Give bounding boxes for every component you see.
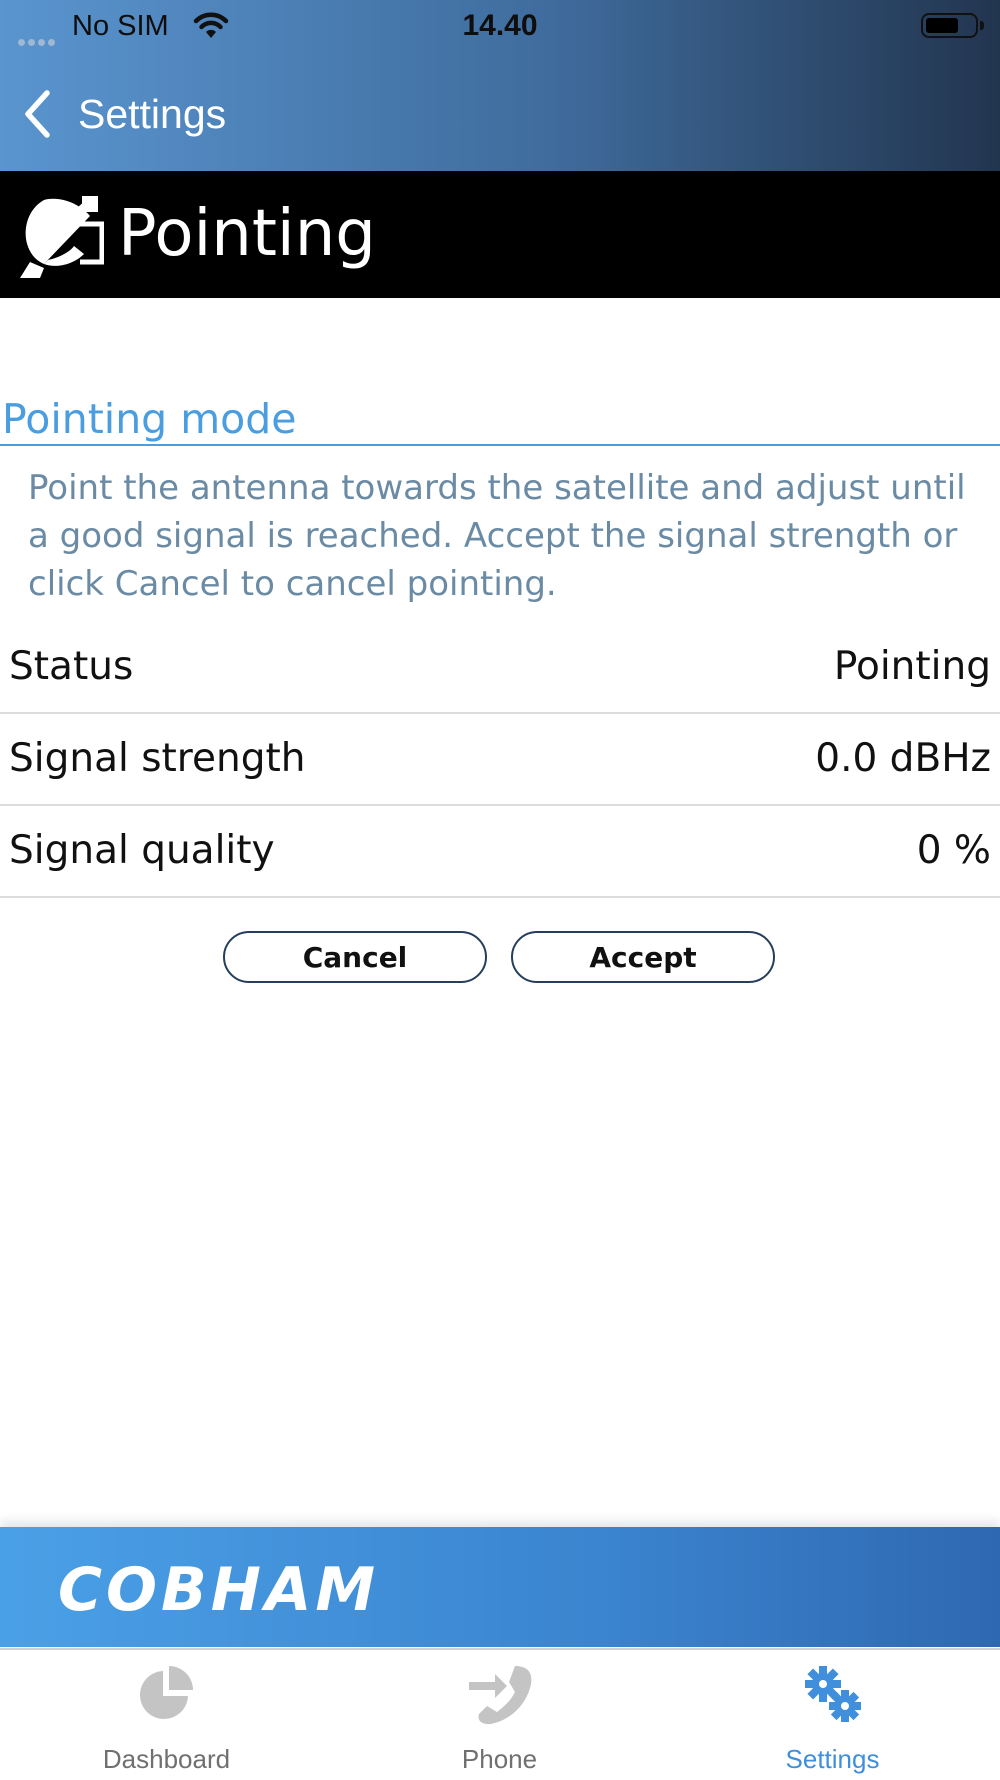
accept-button[interactable]: Accept: [511, 931, 775, 983]
cobham-logo: COBHAM: [58, 1555, 380, 1625]
section-title: Pointing mode: [2, 395, 297, 443]
back-button-label: Settings: [78, 90, 227, 137]
chevron-left-icon: [25, 90, 50, 138]
status-bar: No SIM 14.40: [0, 0, 1000, 56]
tab-settings[interactable]: Settings: [666, 1650, 999, 1778]
gears-icon: [804, 1666, 861, 1722]
signal-strength-value: 0.0 dBHz: [815, 736, 991, 781]
section-divider: [0, 444, 1000, 446]
cancel-button[interactable]: Cancel: [223, 931, 487, 983]
pie-chart-icon: [139, 1666, 193, 1719]
signal-quality-value: 0 %: [916, 828, 991, 873]
status-label: Status: [9, 644, 134, 689]
status-row: Status Pointing: [0, 622, 1000, 714]
signal-strength-row: Signal strength 0.0 dBHz: [0, 714, 1000, 806]
satellite-dish-icon: [20, 196, 104, 278]
signal-quality-row: Signal quality 0 %: [0, 806, 1000, 898]
tab-dashboard-label: Dashboard: [102, 1744, 231, 1774]
signal-strength-label: Signal strength: [9, 736, 306, 781]
page-title: Pointing: [118, 197, 376, 271]
tab-phone-label: Phone: [461, 1744, 538, 1774]
tab-phone[interactable]: Phone: [333, 1650, 666, 1778]
status-value: Pointing: [833, 644, 991, 689]
battery-icon: [921, 13, 978, 38]
clock: 14.40: [462, 9, 538, 42]
tab-dashboard[interactable]: Dashboard: [0, 1650, 333, 1778]
signal-quality-label: Signal quality: [9, 828, 275, 873]
section-description: Point the antenna towards the satellite …: [28, 468, 966, 604]
back-button[interactable]: Settings: [22, 84, 226, 144]
tab-settings-label: Settings: [785, 1744, 880, 1774]
phone-transfer-icon: [468, 1666, 531, 1725]
